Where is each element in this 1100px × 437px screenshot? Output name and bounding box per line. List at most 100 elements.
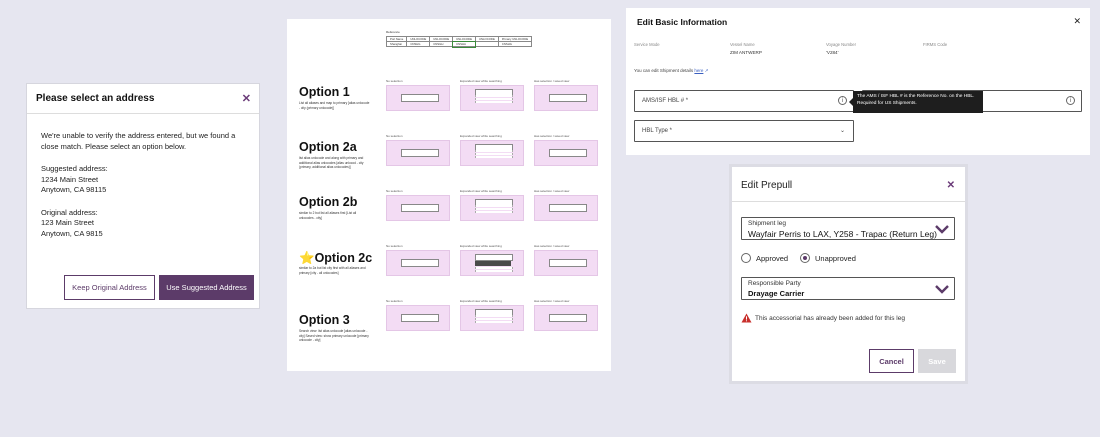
- address-modal-title: Please select an address: [36, 93, 155, 104]
- close-icon[interactable]: ✕: [1073, 16, 1081, 27]
- reference-cell: CNSHA: [451, 40, 477, 48]
- option-description: List all aliases and map to primary [ali…: [299, 101, 370, 110]
- col-caption: Has selection / saved view: [534, 189, 570, 193]
- col-caption: No selection: [386, 299, 403, 303]
- mock-input: [549, 94, 587, 102]
- address-message: We're unable to verify the address enter…: [41, 131, 236, 151]
- info-icon[interactable]: i: [1066, 96, 1075, 105]
- reference-header: UNLOCODE: [474, 36, 499, 42]
- no-selection-mock: [386, 305, 450, 331]
- warning-icon: [741, 313, 752, 323]
- mock-input: [549, 314, 587, 322]
- mock-input: [401, 259, 439, 267]
- unapproved-radio[interactable]: Unapproved: [800, 253, 856, 263]
- col-caption: Expanded view while searching: [460, 134, 502, 138]
- voyage-number-value: 'V284': [826, 50, 839, 55]
- original-address: Original address: 123 Main Street Anytow…: [41, 208, 245, 240]
- edit-prepull-title: Edit Prepull: [741, 180, 793, 191]
- address-modal-header: Please select an address ✕: [27, 84, 259, 114]
- reference-cell: CNSGH: [429, 41, 454, 47]
- radio-circle-selected: [800, 253, 810, 263]
- col-caption: Expanded view while searching: [460, 244, 502, 248]
- mock-input: [401, 204, 439, 212]
- use-suggested-address-button[interactable]: Use Suggested Address: [159, 275, 254, 300]
- chevron-down-icon: ⌄: [839, 128, 845, 134]
- reference-table: Reference Port Name UNLOCODE UNLOCODE UN…: [385, 30, 533, 48]
- firms-code-label: FIRMS Code: [923, 42, 948, 47]
- edit-basic-title: Edit Basic Information: [637, 17, 728, 27]
- suggested-address: Suggested address: 1234 Main Street Anyt…: [41, 164, 245, 196]
- col-caption: No selection: [386, 134, 403, 138]
- suggested-address-line1: 1234 Main Street: [41, 174, 99, 184]
- reference-cell: CNSHG: [497, 41, 533, 47]
- address-modal-body: We're unable to verify the address enter…: [27, 114, 259, 239]
- close-icon[interactable]: ✕: [242, 92, 251, 105]
- col-caption: No selection: [386, 79, 403, 83]
- divider: [732, 201, 965, 202]
- col-caption: Expanded view while searching: [460, 189, 502, 193]
- col-caption: Has selection / saved view: [534, 299, 570, 303]
- address-modal-actions: Keep Original Address Use Suggested Addr…: [64, 275, 254, 300]
- responsible-party-label: Responsible Party: [748, 280, 801, 287]
- unapproved-label: Unapproved: [815, 253, 856, 263]
- ams-hbl-tooltip: The AMS / ISF HBL # is the Reference No.…: [849, 91, 983, 113]
- accessorial-warning-text: This accessorial has already been added …: [755, 314, 905, 322]
- radio-circle: [741, 253, 751, 263]
- edit-basic-information-modal: Edit Basic Information ✕ Service Mode Ve…: [626, 8, 1090, 155]
- service-mode-label: Service Mode: [634, 42, 660, 47]
- no-selection-mock: [386, 140, 450, 166]
- col-caption: No selection: [386, 244, 403, 248]
- col-caption: Has selection / saved view: [534, 134, 570, 138]
- col-caption: Expanded view while searching: [460, 299, 502, 303]
- option-title: Option 1: [299, 85, 350, 99]
- expanded-view-mock: [460, 140, 524, 166]
- shipment-leg-select[interactable]: Shipment leg Wayfair Perris to LAX, Y258…: [741, 217, 955, 240]
- options-spec-sheet: Reference Port Name UNLOCODE UNLOCODE UN…: [287, 19, 611, 371]
- responsible-party-value: Drayage Carrier: [748, 289, 805, 298]
- vessel-name-value: ZIM ANTWERP: [730, 50, 762, 55]
- reference-cell: [474, 41, 499, 47]
- original-address-line2: Anytown, CA 9815: [41, 228, 103, 238]
- hbl-type-select[interactable]: HBL Type * ⌄: [634, 120, 854, 142]
- voyage-number-label: Voyage Number: [826, 42, 857, 47]
- mock-input: [549, 259, 587, 267]
- edit-shipment-note-text: You can edit Shipment details: [634, 68, 694, 73]
- chevron-down-icon: [935, 225, 949, 234]
- approved-label: Approved: [756, 253, 789, 263]
- option-title: ⭐Option 2c: [299, 251, 373, 265]
- vessel-name-label: Vessel Name: [730, 42, 755, 47]
- no-selection-mock: [386, 195, 450, 221]
- save-button[interactable]: Save: [918, 349, 956, 373]
- info-icon[interactable]: i: [838, 96, 847, 105]
- close-icon[interactable]: ✕: [947, 180, 955, 191]
- mock-input: [401, 149, 439, 157]
- original-address-line1: 123 Main Street: [41, 218, 94, 227]
- reference-header: Primary UNLOCODE: [497, 36, 533, 42]
- mock-input: [549, 149, 587, 157]
- keep-original-address-button[interactable]: Keep Original Address: [64, 275, 155, 300]
- suggested-address-line2: Anytown, CA 98115: [41, 185, 107, 194]
- responsible-party-select[interactable]: Responsible Party Drayage Carrier: [741, 277, 955, 300]
- option-title: Option 2a: [299, 140, 357, 154]
- expanded-view-mock: [460, 195, 524, 221]
- mock-input: [401, 314, 439, 322]
- option-title: Option 2b: [299, 195, 358, 209]
- option-description: similar to 2a but list city first with a…: [299, 266, 366, 275]
- reference-cell: Shanghai: [385, 41, 408, 47]
- saved-view-mock: [534, 250, 598, 276]
- ams-isf-hbl-input[interactable]: AMS/ISF HBL # * i: [634, 90, 854, 112]
- edit-shipment-note: You can edit Shipment details here ↗: [634, 68, 708, 74]
- option-description: similar to 2 but list all aliases first …: [299, 211, 357, 220]
- original-address-label: Original address:: [41, 207, 98, 217]
- approved-radio[interactable]: Approved: [741, 253, 788, 263]
- mock-input: [549, 204, 587, 212]
- reference-cell: CNSHG: [406, 41, 431, 47]
- shipment-leg-label: Shipment leg: [748, 220, 786, 227]
- cancel-button[interactable]: Cancel: [869, 349, 914, 373]
- no-selection-mock: [386, 85, 450, 111]
- expanded-view-mock: [460, 85, 524, 111]
- shipment-leg-value: Wayfair Perris to LAX, Y258 - Trapac (Re…: [748, 229, 937, 239]
- edit-shipment-link[interactable]: here: [694, 68, 703, 73]
- chevron-down-icon: [935, 285, 949, 294]
- edit-prepull-modal: Edit Prepull ✕ Shipment leg Wayfair Perr…: [732, 167, 965, 381]
